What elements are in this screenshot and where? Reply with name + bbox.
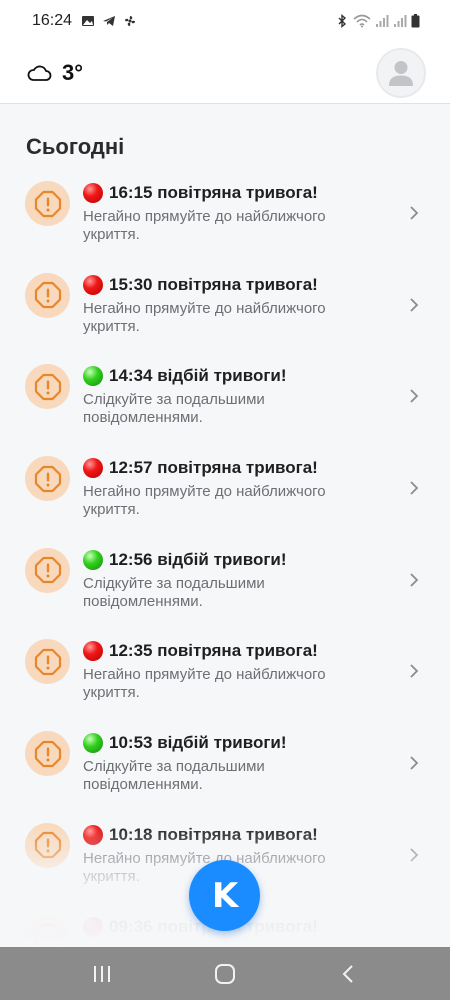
- alert-description: Негайно прямуйте до найближчого укриття.: [83, 299, 326, 335]
- alert-title: 10:18 повітряна тривога!: [109, 824, 318, 844]
- green-status-dot-icon: [83, 733, 103, 754]
- alert-badge: [25, 272, 70, 318]
- fab-letter: K: [211, 875, 238, 916]
- avatar[interactable]: [376, 47, 426, 98]
- signal-icon: [376, 15, 389, 27]
- home-button[interactable]: [205, 954, 245, 994]
- alert-title-row: 12:35 повітряна тривога!: [83, 641, 318, 662]
- cloud-icon: [27, 65, 52, 81]
- alert-badge: [25, 364, 70, 410]
- alert-title-row: 12:57 повітряна тривога!: [83, 458, 318, 479]
- status-right: [335, 14, 420, 28]
- alert-description: Негайно прямуйте до найближчого укриття.: [83, 208, 326, 243]
- signal-icon: [394, 15, 407, 27]
- status-bar: 16:24: [0, 0, 450, 42]
- alert-badge: [25, 731, 70, 777]
- alert-description: Слідкуйте за подальшими повідомленнями.: [83, 391, 265, 427]
- alert-title-row: 16:15 повітряна тривога!: [83, 183, 318, 203]
- alert-list-item[interactable]: 15:30 повітряна тривога! Негайно прямуйте…: [0, 265, 450, 357]
- fan-icon: [125, 15, 136, 27]
- alert-list-item[interactable]: 16:15 повітряна тривога! Негайно прямуйте…: [0, 173, 450, 265]
- alert-title-row: 15:30 повітряна тривога!: [83, 274, 318, 295]
- alert-title: 10:53 відбій тривоги!: [109, 733, 287, 753]
- alert-title-row: 10:18 повітряна тривога!: [83, 824, 318, 845]
- alert-badge: [25, 639, 70, 685]
- back-icon: [342, 964, 354, 983]
- telegram-icon: [103, 16, 116, 26]
- red-status-dot-icon: [83, 916, 103, 937]
- back-button[interactable]: [328, 954, 368, 994]
- red-status-dot-icon: [83, 641, 103, 662]
- green-status-dot-icon: [83, 549, 103, 570]
- alert-octagon-icon: [34, 832, 61, 859]
- alert-title: 16:15 повітряна тривога!: [109, 183, 318, 202]
- red-status-dot-icon: [83, 274, 103, 295]
- alert-badge: [25, 822, 70, 868]
- status-left: 16:24: [32, 12, 137, 30]
- k-fab-button[interactable]: K: [189, 860, 260, 931]
- red-status-dot-icon: [83, 458, 103, 479]
- status-time: 16:24: [32, 12, 73, 29]
- alert-list: 16:15 повітряна тривога! Негайно прямуйте…: [0, 173, 450, 947]
- alert-list-item[interactable]: 12:56 відбій тривоги! Слідкуйте за подаль…: [0, 540, 450, 632]
- alert-title-row: 12:56 відбій тривоги!: [83, 549, 287, 570]
- alert-octagon-icon: [34, 923, 61, 947]
- recent-apps-icon: [93, 965, 110, 982]
- alert-list-item[interactable]: 12:35 повітряна тривога! Негайно прямуйте…: [0, 631, 450, 723]
- chevron-right-icon: [410, 756, 419, 770]
- battery-icon: [411, 14, 420, 28]
- chevron-right-icon: [410, 206, 419, 220]
- alerts-content: Сьогодні 16:15 повітряна тривога! Негайно…: [0, 104, 450, 947]
- alert-description: Негайно прямуйте до найближчого укриття.: [83, 483, 326, 519]
- system-nav-bar: [0, 947, 450, 1000]
- alert-octagon-icon: [34, 557, 61, 584]
- app-header: 3°: [0, 42, 450, 104]
- alert-list-item[interactable]: 10:53 відбій тривоги! Слідкуйте за подаль…: [0, 723, 450, 815]
- alert-title: 12:35 повітряна тривога!: [109, 641, 318, 661]
- alert-list-item[interactable]: 12:57 повітряна тривога! Негайно прямуйте…: [0, 448, 450, 540]
- alert-title-row: 10:53 відбій тривоги!: [83, 733, 287, 754]
- alert-badge: [25, 456, 70, 502]
- recent-apps-button[interactable]: [82, 954, 122, 994]
- red-status-dot-icon: [83, 824, 103, 845]
- chevron-right-icon: [410, 664, 419, 679]
- alert-description: Негайно прямуйте до найближчого укриття.: [83, 666, 326, 702]
- chevron-right-icon: [410, 481, 419, 495]
- chevron-right-icon: [410, 939, 419, 947]
- alert-badge: [25, 914, 70, 947]
- alert-octagon-icon: [34, 190, 61, 217]
- alert-octagon-icon: [34, 465, 61, 492]
- temperature: 3°: [62, 59, 84, 85]
- chevron-right-icon: [410, 573, 419, 587]
- alert-octagon-icon: [34, 373, 61, 400]
- section-title: Сьогодні: [26, 134, 125, 159]
- alert-badge: [25, 547, 70, 593]
- user-icon: [389, 60, 413, 86]
- bluetooth-icon: [338, 14, 347, 28]
- alert-octagon-icon: [34, 282, 61, 309]
- chevron-right-icon: [410, 298, 419, 312]
- alert-description: Слідкуйте за подальшими повідомленнями.: [83, 758, 265, 794]
- home-icon: [214, 963, 235, 984]
- chevron-right-icon: [410, 848, 419, 862]
- alert-badge: [25, 181, 70, 226]
- alert-octagon-icon: [34, 648, 61, 676]
- alert-octagon-icon: [34, 740, 61, 767]
- alert-title: 15:30 повітряна тривога!: [109, 274, 318, 294]
- alert-title: 12:56 відбій тривоги!: [109, 549, 287, 569]
- wifi-icon: [353, 14, 371, 28]
- alert-description: Слідкуйте за подальшими повідомленнями.: [83, 574, 265, 610]
- chevron-right-icon: [410, 389, 419, 404]
- red-status-dot-icon: [83, 183, 103, 203]
- green-status-dot-icon: [83, 366, 103, 387]
- image-icon: [82, 16, 95, 26]
- alert-title: 14:34 відбій тривоги!: [109, 366, 287, 386]
- alert-title: 12:57 повітряна тривога!: [109, 458, 318, 478]
- alert-title-row: 14:34 відбій тривоги!: [83, 366, 287, 387]
- alert-list-item[interactable]: 14:34 відбій тривоги! Слідкуйте за подаль…: [0, 356, 450, 448]
